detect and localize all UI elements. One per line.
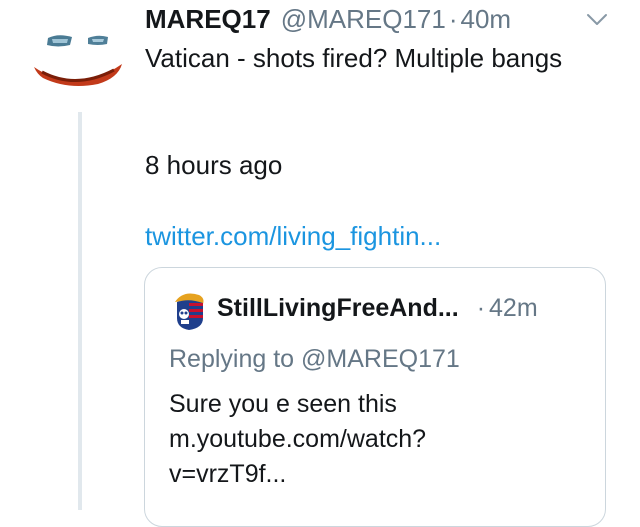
author-name[interactable]: MAREQ17	[145, 4, 271, 35]
quoted-text-line: Sure you e seen this	[169, 390, 397, 418]
replying-to: Replying to @MAREQ171	[169, 345, 460, 373]
tweet-menu-button[interactable]	[582, 10, 612, 30]
tweet-text: Vatican - shots fired? Multiple bangs	[145, 43, 563, 73]
quoted-header: StillLivingFreeAnd... · 42m	[217, 294, 538, 323]
quoted-avatar[interactable]	[169, 290, 209, 334]
avatar[interactable]	[28, 18, 128, 98]
tweet-subtext: 8 hours ago	[145, 150, 283, 180]
author-handle[interactable]: @MAREQ171	[281, 4, 446, 35]
tweet-link[interactable]: twitter.com/living_fightin...	[145, 218, 441, 254]
flag-skull-avatar-icon	[175, 293, 204, 330]
quoted-timestamp[interactable]: 42m	[489, 294, 538, 323]
quoted-text: Sure you e seen this m.youtube.com/watch…	[169, 387, 589, 492]
smiley-face-icon	[34, 35, 122, 86]
quoted-tweet-card[interactable]: StillLivingFreeAnd... · 42m Replying to …	[144, 267, 606, 527]
tweet-header: MAREQ17 @MAREQ171 · 40m	[145, 4, 511, 34]
quoted-author-name[interactable]: StillLivingFreeAnd...	[217, 294, 459, 323]
chevron-down-icon	[587, 14, 607, 25]
tweet-timestamp[interactable]: 40m	[461, 4, 512, 35]
quoted-text-line: m.youtube.com/watch?	[169, 425, 427, 453]
thread-line	[78, 112, 82, 510]
quoted-separator: ·	[476, 294, 486, 322]
quoted-text-line: v=vrzT9f...	[169, 460, 287, 488]
header-separator: ·	[448, 4, 458, 34]
